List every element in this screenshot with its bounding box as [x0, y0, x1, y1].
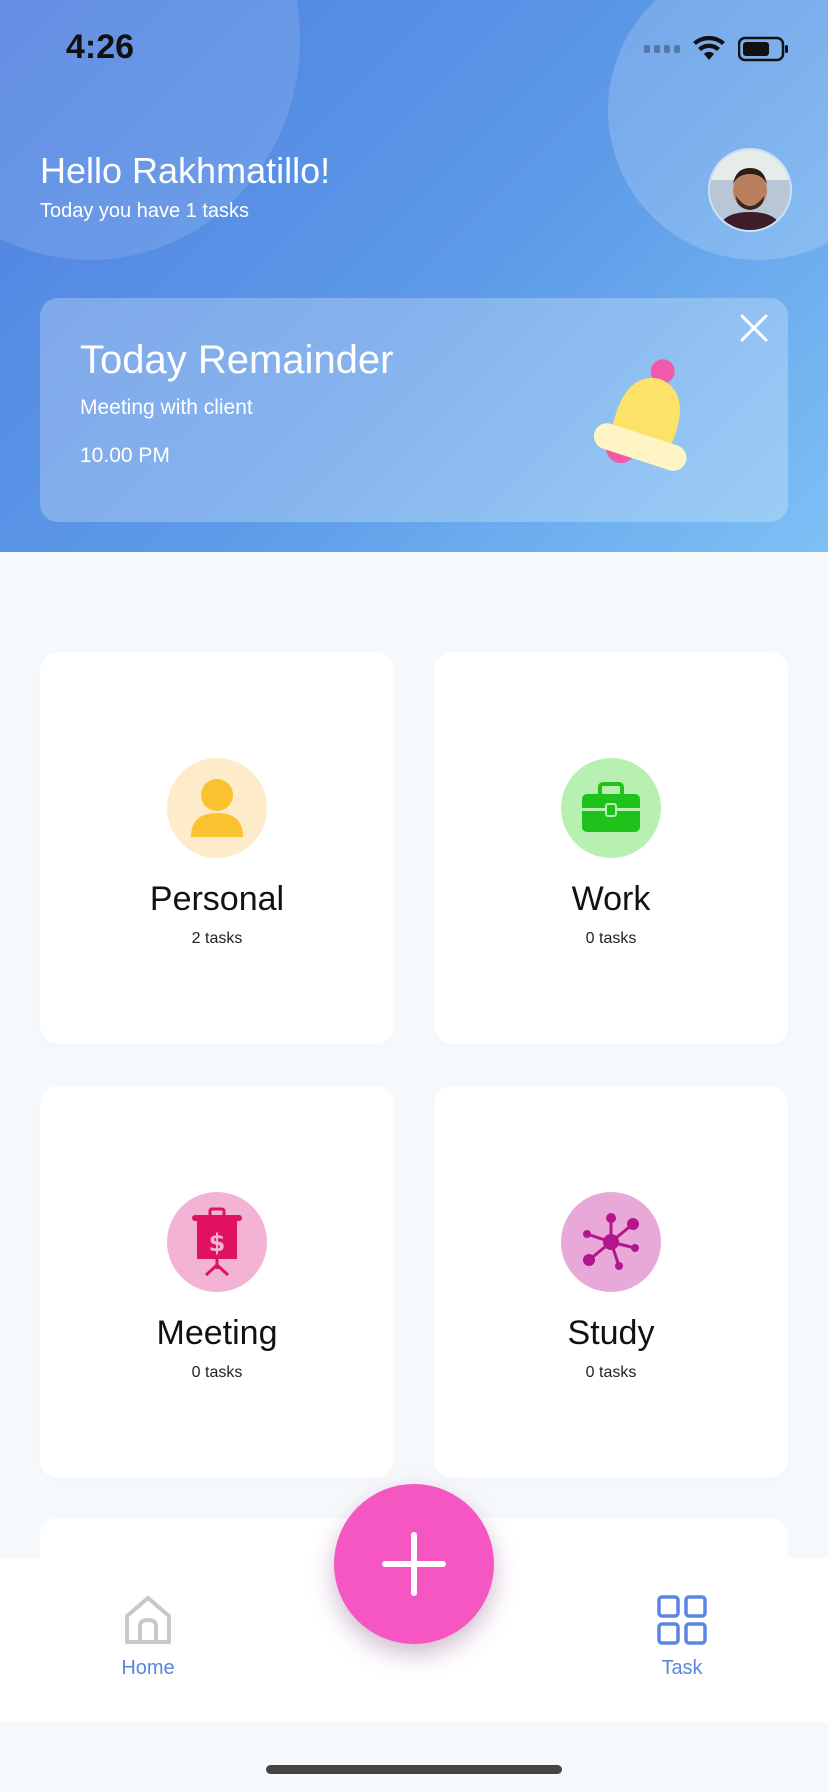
- reminder-title: Today Remainder: [80, 338, 394, 382]
- briefcase-icon: [561, 758, 661, 858]
- presentation-icon: $: [167, 1192, 267, 1292]
- avatar[interactable]: [708, 148, 792, 232]
- category-title: Personal: [149, 880, 285, 918]
- bell-icon: [593, 359, 687, 471]
- greeting: Hello Rakhmatillo!: [40, 150, 331, 191]
- reminder-card[interactable]: Today Remainder Meeting with client 10.0…: [40, 298, 788, 522]
- grid-icon: [657, 1595, 707, 1645]
- person-icon: [167, 758, 267, 858]
- battery-icon: [738, 36, 788, 62]
- category-card-study[interactable]: Study 0 tasks: [434, 1086, 788, 1478]
- signal-icon: [644, 45, 680, 53]
- svg-text:$: $: [209, 1229, 226, 1257]
- reminder-description: Meeting with client: [80, 396, 253, 419]
- reminder-time: 10.00 PM: [80, 444, 170, 467]
- category-title: Study: [567, 1314, 655, 1352]
- status-time: 4:26: [66, 28, 135, 66]
- category-count: 0 tasks: [585, 930, 637, 947]
- category-card-meeting[interactable]: $ Meeting 0 tasks: [40, 1086, 394, 1478]
- category-count: 2 tasks: [191, 930, 243, 947]
- nav-home[interactable]: Home: [88, 1594, 208, 1680]
- category-title: Meeting: [156, 1314, 278, 1352]
- add-task-button[interactable]: [334, 1484, 494, 1644]
- nav-task-label: Task: [661, 1657, 703, 1679]
- status-icons: [644, 36, 790, 62]
- category-title: Work: [571, 880, 651, 918]
- category-count: 0 tasks: [191, 1364, 243, 1381]
- close-icon[interactable]: [734, 308, 774, 348]
- nav-task[interactable]: Task: [622, 1594, 742, 1680]
- category-card-personal[interactable]: Personal 2 tasks: [40, 652, 394, 1044]
- header: 4:26 Hello Rakhmatillo! Today you have 1…: [0, 0, 828, 552]
- task-summary: Today you have 1 tasks: [40, 200, 250, 222]
- wifi-icon: [693, 36, 725, 60]
- category-card-work[interactable]: Work 0 tasks: [434, 652, 788, 1044]
- avatar-image: [710, 150, 790, 230]
- molecule-icon: [561, 1192, 661, 1292]
- plus-icon: [382, 1532, 446, 1596]
- home-icon: [125, 1596, 171, 1644]
- category-count: 0 tasks: [585, 1364, 637, 1381]
- home-indicator: [266, 1765, 562, 1774]
- nav-home-label: Home: [121, 1657, 175, 1679]
